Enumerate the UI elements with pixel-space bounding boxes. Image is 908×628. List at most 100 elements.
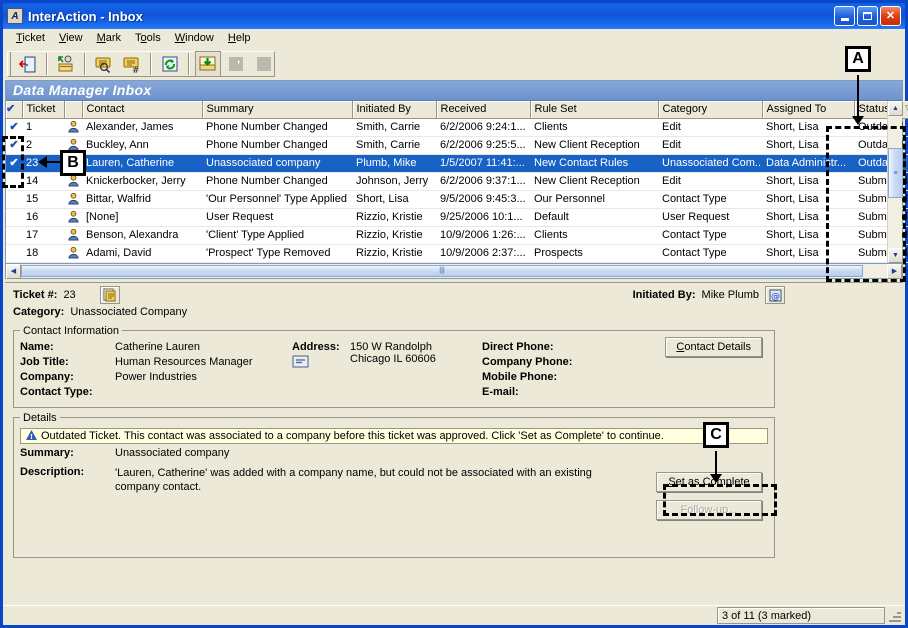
table-row[interactable]: 15 Bittar, Walfrid 'Our Personnel' Type Ap… [6,190,908,209]
application-window: A InterAction - Inbox ✕ Ticket View Mark… [0,0,908,628]
address-block: Address: 150 W Randolph Chicago IL 60606 [292,341,482,401]
table-row[interactable]: ✔ 2 Buckley, Ann Phone Number Changed Smith,… [6,136,908,155]
scroll-thumb-vertical[interactable]: ≡ [888,148,903,198]
row-mark-checkbox[interactable]: ✔ [6,154,22,173]
minimize-button[interactable] [834,6,855,26]
cell-ticket: 2 [22,136,64,155]
column-header-initiated-by[interactable]: Initiated By [352,101,437,119]
column-header-category[interactable]: Category [658,101,763,119]
table-row[interactable]: ✔ 1 Alexander, James Phone Number Changed Sm… [6,118,908,137]
column-header-markall[interactable]: ✔ [6,101,23,119]
resize-grip[interactable] [887,607,903,624]
cell-category: Edit [658,118,762,137]
column-header-summary[interactable]: Summary [202,101,353,119]
table-row[interactable]: 17 Benson, Alexandra 'Client' Type Applied… [6,226,908,245]
view-ticket-icon[interactable] [91,51,117,77]
menu-item-tools[interactable]: Tools [128,30,168,46]
ticket-number-label: Ticket #: [13,289,58,301]
cell-assigned-to: Short, Lisa [762,172,854,191]
column-header-assigned-to[interactable]: Assigned To [762,101,855,119]
cell-rule-set: New Client Reception [530,172,658,191]
grid-vertical-scrollbar[interactable]: ▲ ≡ ▼ [887,101,903,263]
toolbar-grip[interactable] [7,52,11,76]
refresh-icon[interactable] [157,51,183,77]
follow-up-button[interactable]: Follow-up... [656,499,762,520]
cell-rule-set: New Client Reception [530,136,658,155]
menu-item-help[interactable]: Help [221,30,258,46]
note-icon[interactable] [99,286,120,304]
cell-contact: Buckley, Ann [82,136,202,155]
contact-person-icon [64,208,82,227]
table-row[interactable]: 14 Knickerbocker, Jerry Phone Number Chang… [6,172,908,191]
cell-initiated-by: Rizzio, Kristie [352,226,436,245]
table-row[interactable]: ✔ 23 Lauren, Catherine Unassociated company… [6,154,908,173]
cell-initiated-by: Short, Lisa [352,190,436,209]
menu-item-view[interactable]: View [52,30,90,46]
assign-icon[interactable] [53,51,79,77]
field-contact-type: Contact Type: [20,386,292,401]
field-company-label: Company: [20,370,74,383]
table-row[interactable]: 16 [None] User Request Rizzio, Kristie 9/25/… [6,208,908,227]
maximize-button[interactable] [857,6,878,26]
description-value: 'Lauren, Catherine' was added with a com… [115,466,592,493]
scroll-up-button[interactable]: ▲ [888,101,903,116]
app-icon: A [7,8,23,24]
callout-b: B [60,150,86,176]
blank-icon-1[interactable] [223,51,249,77]
contact-person-icon [64,226,82,245]
envelope-icon[interactable] [292,355,350,371]
row-mark-checkbox[interactable] [6,244,22,263]
cell-assigned-to: Short, Lisa [762,208,854,227]
row-mark-checkbox[interactable]: ✔ [6,136,22,155]
address-label: Address: [292,340,340,353]
cell-ticket: 16 [22,208,64,227]
blank-icon-2[interactable] [251,51,277,77]
row-mark-checkbox[interactable] [6,172,22,191]
field-name-value: Catherine Lauren [115,340,201,353]
menu-item-mark[interactable]: Mark [90,30,128,46]
row-mark-checkbox[interactable]: ✔ [6,118,22,137]
set-as-complete-button[interactable]: Set as Complete [656,471,762,492]
row-mark-checkbox[interactable] [6,226,22,245]
row-mark-checkbox[interactable] [6,208,22,227]
cell-ticket: 17 [22,226,64,245]
field-mobile-phone-label: Mobile Phone: [482,370,558,383]
column-header-contact[interactable]: Contact [82,101,203,119]
menu-item-ticket[interactable]: Ticket [9,30,52,46]
find-ticket-icon[interactable]: # [119,51,145,77]
cell-rule-set: New Contact Rules [530,154,658,173]
grid-horizontal-scrollbar[interactable]: ◀ ||| ▶ [5,263,903,279]
cell-rule-set: Our Personnel [530,190,658,209]
callout-b-arrow [38,156,47,168]
cell-assigned-to: Data Administr... [762,154,854,173]
cell-received: 10/9/2006 2:37:... [436,244,530,263]
row-mark-checkbox[interactable] [6,190,22,209]
inbox-icon[interactable] [195,51,221,77]
column-header-icon[interactable] [64,101,83,119]
cell-ticket: 15 [22,190,64,209]
table-row[interactable]: 18 Adami, David 'Prospect' Type Removed Riz… [6,244,908,263]
cell-ticket: 1 [22,118,64,137]
scroll-right-button[interactable]: ▶ [887,263,902,279]
field-job-title-value: Human Resources Manager [115,355,253,368]
contact-details-button[interactable]: Contact Details [665,336,762,357]
exit-icon[interactable] [15,51,41,77]
email-icon[interactable]: @ [765,286,785,304]
column-header-status-label: Status [858,103,890,116]
svg-text:#: # [132,66,140,74]
scroll-down-button[interactable]: ▼ [888,247,903,263]
ticket-number-value: 23 [63,289,76,301]
close-button[interactable]: ✕ [880,6,901,26]
scroll-left-button[interactable]: ◀ [6,263,21,279]
column-header-received[interactable]: Received [436,101,531,119]
column-header-rule-set[interactable]: Rule Set [530,101,659,119]
ticket-table: ✔ Ticket Contact Summary Initiated By Re… [6,101,908,263]
column-header-ticket[interactable]: Ticket [22,101,65,119]
callout-a-line [857,75,859,118]
inbox-grid: Data Manager Inbox ✔ Ticket Contact Summ… [5,80,908,264]
cell-category: Edit [658,172,762,191]
scroll-thumb-horizontal[interactable]: ||| [21,264,863,277]
cell-category: Edit [658,136,762,155]
field-company-phone-label: Company Phone: [482,355,573,368]
menu-item-window[interactable]: Window [168,30,221,46]
